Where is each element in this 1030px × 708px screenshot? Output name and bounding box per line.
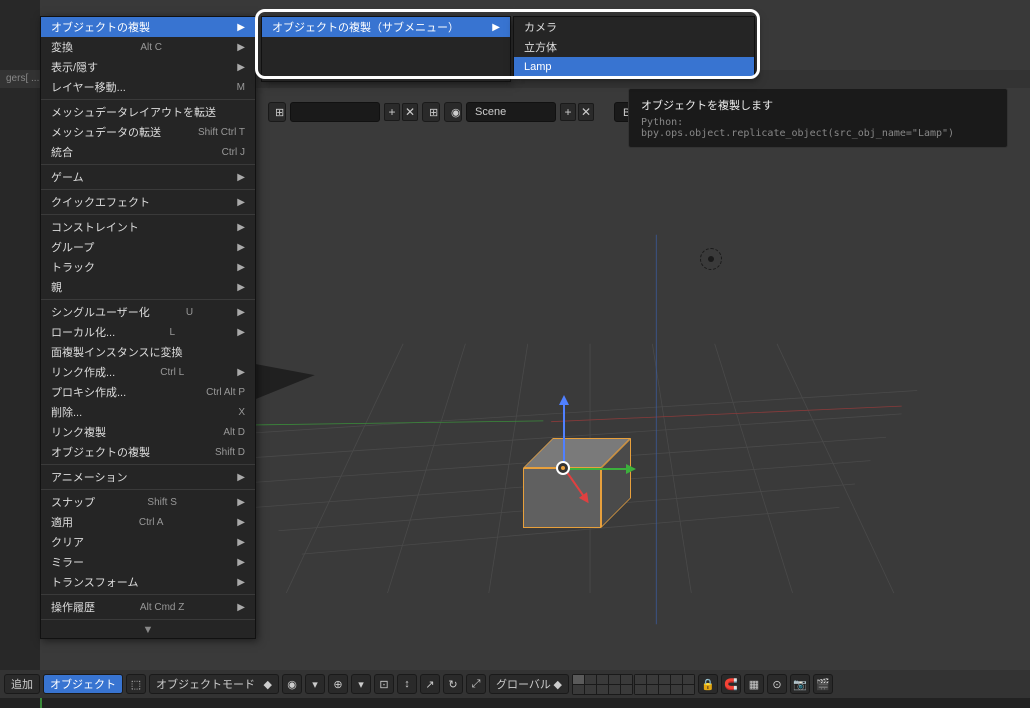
menu-item[interactable]: グループ▶ bbox=[41, 237, 255, 257]
menu-item[interactable]: 表示/隠す▶ bbox=[41, 57, 255, 77]
lock-icon[interactable]: 🔒 bbox=[698, 674, 718, 694]
menu-item[interactable]: 適用Ctrl A▶ bbox=[41, 512, 255, 532]
add-button[interactable]: 追加 bbox=[4, 674, 40, 694]
menu-item[interactable]: ミラー▶ bbox=[41, 552, 255, 572]
menu-item[interactable]: アニメーション▶ bbox=[41, 467, 255, 487]
render-icon[interactable]: 📷 bbox=[790, 674, 810, 694]
plus-button[interactable]: + bbox=[384, 103, 400, 121]
footer-bar: 追加 オブジェクト ⬚ オブジェクトモード◆ ◉ ▾ ⊕ ▾ ⊡ ↕ ↗ ↻ ⤢… bbox=[0, 670, 1030, 698]
x-button[interactable]: ✕ bbox=[402, 103, 418, 121]
highlight-box bbox=[255, 9, 760, 79]
left-panel bbox=[0, 0, 40, 708]
snap-toggle[interactable]: 🧲 bbox=[721, 674, 741, 694]
render-anim-icon[interactable]: 🎬 bbox=[813, 674, 833, 694]
menu-scroll-down[interactable]: ▼ bbox=[41, 622, 255, 638]
menu-item[interactable]: 親▶ bbox=[41, 277, 255, 297]
snap-target[interactable]: ⊙ bbox=[767, 674, 787, 694]
menu-item[interactable]: スナップShift S▶ bbox=[41, 492, 255, 512]
menu-item[interactable]: プロキシ作成...Ctrl Alt P bbox=[41, 382, 255, 402]
object-button[interactable]: オブジェクト bbox=[43, 674, 123, 694]
menu-item[interactable]: メッシュデータの転送Shift Ctrl T bbox=[41, 122, 255, 142]
menu-item[interactable]: 削除...X bbox=[41, 402, 255, 422]
manip-icon[interactable]: ↕ bbox=[397, 674, 417, 694]
menu-item[interactable]: トラック▶ bbox=[41, 257, 255, 277]
menu-item[interactable]: レイヤー移動...M bbox=[41, 77, 255, 97]
menu-item[interactable]: ローカル化...L▶ bbox=[41, 322, 255, 342]
menu-title-duplicate[interactable]: オブジェクトの複製▶ bbox=[41, 17, 255, 37]
mode-select[interactable]: オブジェクトモード◆ bbox=[149, 674, 279, 694]
object-menu[interactable]: オブジェクトの複製▶ 変換Alt C▶表示/隠す▶レイヤー移動...M メッシュデ… bbox=[40, 16, 256, 639]
menu-item[interactable]: 面複製インスタンスに変換 bbox=[41, 342, 255, 362]
rotate-icon[interactable]: ↻ bbox=[443, 674, 463, 694]
shading-icon[interactable]: ◉ bbox=[282, 674, 302, 694]
plus-button[interactable]: + bbox=[560, 103, 576, 121]
tooltip-title: オブジェクトを複製します bbox=[641, 97, 995, 113]
menu-item[interactable]: リンク複製Alt D bbox=[41, 422, 255, 442]
menu-item[interactable]: トランスフォーム▶ bbox=[41, 572, 255, 592]
shading-dd[interactable]: ▾ bbox=[305, 674, 325, 694]
menu-item[interactable]: コンストレイント▶ bbox=[41, 217, 255, 237]
limit-icon[interactable]: ⊡ bbox=[374, 674, 394, 694]
cube-object[interactable] bbox=[520, 438, 620, 523]
x-button[interactable]: ✕ bbox=[578, 103, 594, 121]
menu-item[interactable]: ゲーム▶ bbox=[41, 167, 255, 187]
menu-item[interactable]: リンク作成...Ctrl L▶ bbox=[41, 362, 255, 382]
translate-icon[interactable]: ↗ bbox=[420, 674, 440, 694]
snap-type[interactable]: ▦ bbox=[744, 674, 764, 694]
menu-item[interactable]: クイックエフェクト▶ bbox=[41, 192, 255, 212]
menu-item[interactable]: オブジェクトの複製Shift D bbox=[41, 442, 255, 462]
browse-icon[interactable]: ⊞ bbox=[268, 102, 286, 122]
menu-item[interactable]: 統合Ctrl J bbox=[41, 142, 255, 162]
scene-browse-icon[interactable]: ⊞ bbox=[422, 102, 440, 122]
tooltip-python: Python: bpy.ops.object.replicate_object(… bbox=[641, 117, 995, 139]
layer-buttons[interactable] bbox=[572, 674, 695, 695]
tooltip: オブジェクトを複製します Python: bpy.ops.object.repl… bbox=[628, 88, 1008, 148]
menu-item[interactable]: 操作履歴Alt Cmd Z▶ bbox=[41, 597, 255, 617]
menu-item[interactable]: シングルユーザー化U▶ bbox=[41, 302, 255, 322]
menu-item[interactable]: メッシュデータレイアウトを転送 bbox=[41, 102, 255, 122]
data-field[interactable] bbox=[290, 102, 380, 122]
pivot-icon[interactable]: ⊕ bbox=[328, 674, 348, 694]
mode-icon[interactable]: ⬚ bbox=[126, 674, 146, 694]
menu-item[interactable]: クリア▶ bbox=[41, 532, 255, 552]
scene-icon[interactable]: ◉ bbox=[444, 102, 462, 122]
orientation-select[interactable]: グローバル◆ bbox=[489, 674, 569, 694]
menu-item[interactable]: 変換Alt C▶ bbox=[41, 37, 255, 57]
timeline[interactable] bbox=[0, 698, 1030, 708]
pivot-dd[interactable]: ▾ bbox=[351, 674, 371, 694]
scale-icon[interactable]: ⤢ bbox=[466, 674, 486, 694]
scene-field[interactable]: Scene bbox=[466, 102, 556, 122]
lamp-icon bbox=[700, 248, 722, 270]
